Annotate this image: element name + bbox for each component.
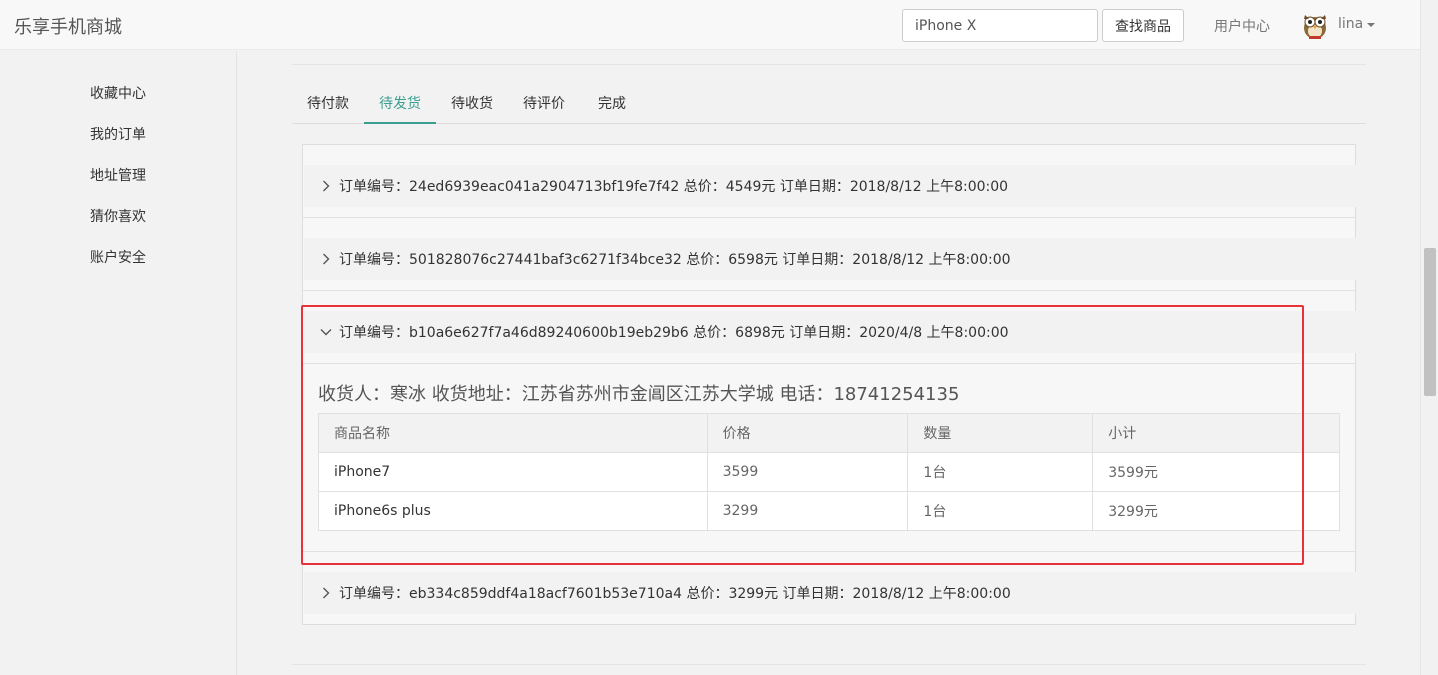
order-header[interactable]: 订单编号：501828076c27441baf3c6271f34bce32 总价… bbox=[304, 238, 1356, 280]
order-header[interactable]: 订单编号：eb334c859ddf4a18acf7601b53e710a4 总价… bbox=[304, 572, 1356, 614]
sidebar-item-addresses[interactable]: 地址管理 bbox=[90, 165, 146, 185]
order-summary: 订单编号：24ed6939eac041a2904713bf19fe7f42 总价… bbox=[339, 179, 1009, 195]
caret-down-icon[interactable] bbox=[1367, 23, 1375, 27]
search-input[interactable] bbox=[902, 9, 1098, 42]
sidebar: 收藏中心 我的订单 地址管理 猜你喜欢 账户安全 bbox=[0, 51, 237, 675]
divider bbox=[292, 664, 1366, 665]
sidebar-item-recommendations[interactable]: 猜你喜欢 bbox=[90, 206, 146, 226]
tab-completed[interactable]: 完成 bbox=[580, 84, 644, 124]
chevron-right-icon[interactable] bbox=[319, 180, 333, 192]
order-summary: 订单编号：501828076c27441baf3c6271f34bce32 总价… bbox=[339, 252, 1011, 268]
divider bbox=[292, 64, 1366, 65]
order-status-tabs: 待付款 待发货 待收货 待评价 完成 bbox=[292, 84, 1366, 124]
highlight-box bbox=[301, 305, 1304, 565]
sidebar-item-account-security[interactable]: 账户安全 bbox=[90, 247, 146, 267]
order-header[interactable]: 订单编号：24ed6939eac041a2904713bf19fe7f42 总价… bbox=[304, 165, 1356, 207]
sidebar-item-my-orders[interactable]: 我的订单 bbox=[90, 124, 146, 144]
chevron-right-icon[interactable] bbox=[319, 587, 333, 599]
sidebar-item-favorites[interactable]: 收藏中心 bbox=[90, 83, 146, 103]
top-navbar: 乐享手机商城 查找商品 用户中心 lina bbox=[0, 0, 1420, 50]
username-dropdown[interactable]: lina bbox=[1338, 16, 1363, 32]
order-summary: 订单编号：eb334c859ddf4a18acf7601b53e710a4 总价… bbox=[339, 586, 1011, 602]
owl-avatar-icon[interactable] bbox=[1301, 10, 1329, 40]
search-button[interactable]: 查找商品 bbox=[1102, 9, 1184, 42]
tab-pending-receipt[interactable]: 待收货 bbox=[436, 84, 508, 124]
tab-pending-review[interactable]: 待评价 bbox=[508, 84, 580, 124]
order-divider bbox=[303, 290, 1355, 291]
user-center-link[interactable]: 用户中心 bbox=[1214, 16, 1270, 36]
page-scrollbar[interactable] bbox=[1420, 0, 1438, 675]
chevron-right-icon[interactable] bbox=[319, 253, 333, 265]
tab-pending-payment[interactable]: 待付款 bbox=[292, 84, 364, 124]
brand-title[interactable]: 乐享手机商城 bbox=[14, 13, 122, 39]
tab-pending-shipment[interactable]: 待发货 bbox=[364, 84, 436, 124]
order-divider bbox=[303, 217, 1355, 218]
scrollbar-thumb[interactable] bbox=[1424, 248, 1436, 396]
